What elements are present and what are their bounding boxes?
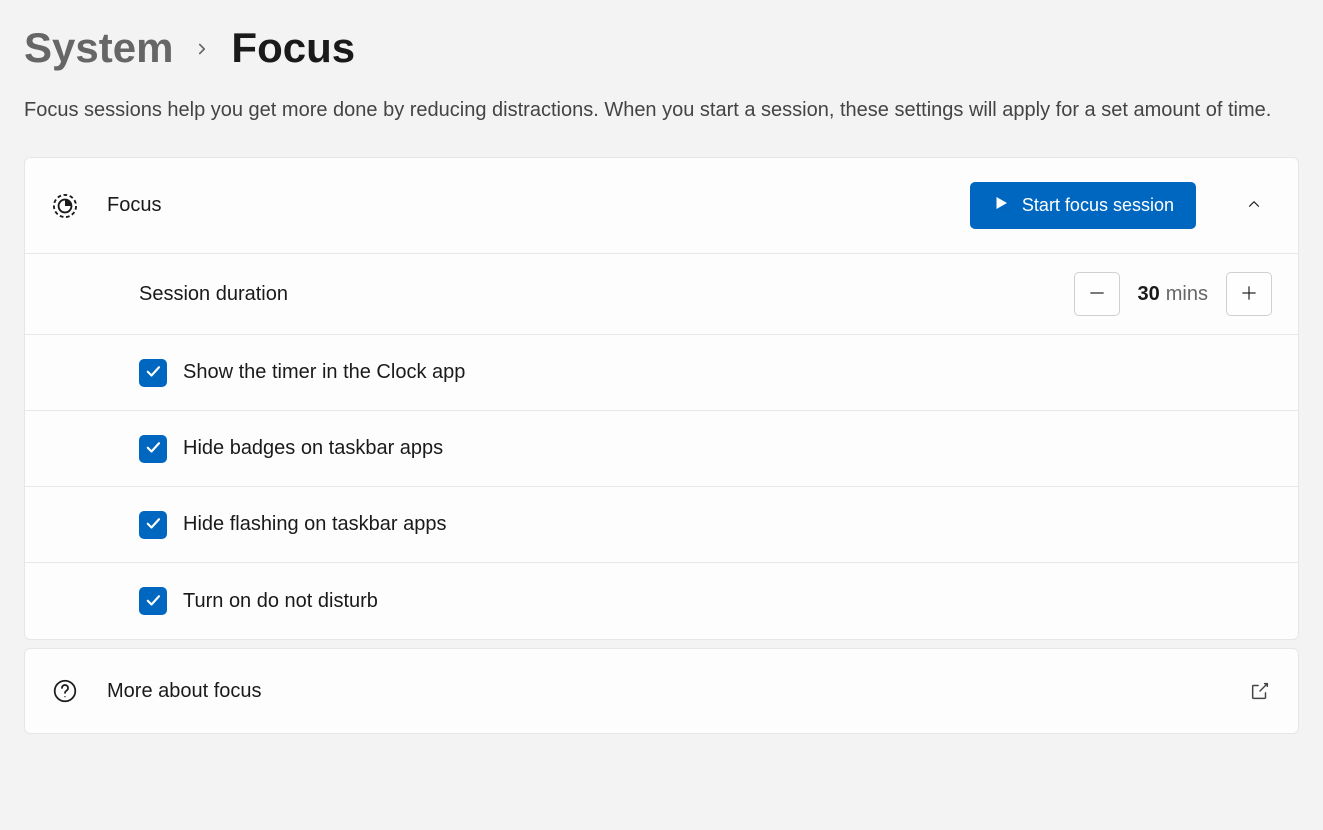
hide-flashing-checkbox[interactable] xyxy=(139,511,167,539)
hide-flashing-label: Hide flashing on taskbar apps xyxy=(183,513,1272,536)
page-title: Focus xyxy=(231,24,355,72)
hide-flashing-row[interactable]: Hide flashing on taskbar apps xyxy=(25,487,1298,563)
focus-section-title: Focus xyxy=(107,194,942,217)
plus-icon xyxy=(1239,283,1259,306)
play-icon xyxy=(992,194,1010,217)
session-duration-label: Session duration xyxy=(139,283,1074,306)
duration-stepper: 30 mins xyxy=(1074,272,1272,316)
checkmark-icon xyxy=(144,514,162,535)
collapse-button[interactable] xyxy=(1236,188,1272,224)
duration-value: 30 mins xyxy=(1120,283,1226,306)
chevron-right-icon xyxy=(193,33,211,65)
show-timer-checkbox[interactable] xyxy=(139,359,167,387)
minus-icon xyxy=(1087,283,1107,306)
page-description: Focus sessions help you get more done by… xyxy=(24,96,1284,125)
hide-badges-row[interactable]: Hide badges on taskbar apps xyxy=(25,411,1298,487)
chevron-up-icon xyxy=(1245,195,1263,216)
focus-panel: Focus Start focus session Session durati… xyxy=(24,157,1299,640)
focus-panel-header[interactable]: Focus Start focus session xyxy=(25,158,1298,254)
hide-badges-checkbox[interactable] xyxy=(139,435,167,463)
dnd-row[interactable]: Turn on do not disturb xyxy=(25,563,1298,639)
help-icon xyxy=(51,677,79,705)
breadcrumb-parent-link[interactable]: System xyxy=(24,24,173,72)
duration-number: 30 xyxy=(1138,283,1160,306)
show-timer-label: Show the timer in the Clock app xyxy=(183,361,1272,384)
dnd-checkbox[interactable] xyxy=(139,587,167,615)
increase-duration-button[interactable] xyxy=(1226,272,1272,316)
focus-icon xyxy=(51,192,79,220)
open-external-icon xyxy=(1248,679,1272,703)
session-duration-row: Session duration 30 mins xyxy=(25,254,1298,335)
checkmark-icon xyxy=(144,362,162,383)
breadcrumb: System Focus xyxy=(24,24,1299,72)
checkmark-icon xyxy=(144,591,162,612)
hide-badges-label: Hide badges on taskbar apps xyxy=(183,437,1272,460)
show-timer-row[interactable]: Show the timer in the Clock app xyxy=(25,335,1298,411)
decrease-duration-button[interactable] xyxy=(1074,272,1120,316)
start-focus-session-label: Start focus session xyxy=(1022,195,1174,216)
checkmark-icon xyxy=(144,438,162,459)
start-focus-session-button[interactable]: Start focus session xyxy=(970,182,1196,229)
duration-unit: mins xyxy=(1166,283,1208,306)
dnd-label: Turn on do not disturb xyxy=(183,590,1272,613)
more-about-focus-link[interactable]: More about focus xyxy=(24,648,1299,734)
more-about-focus-label: More about focus xyxy=(107,680,1220,703)
